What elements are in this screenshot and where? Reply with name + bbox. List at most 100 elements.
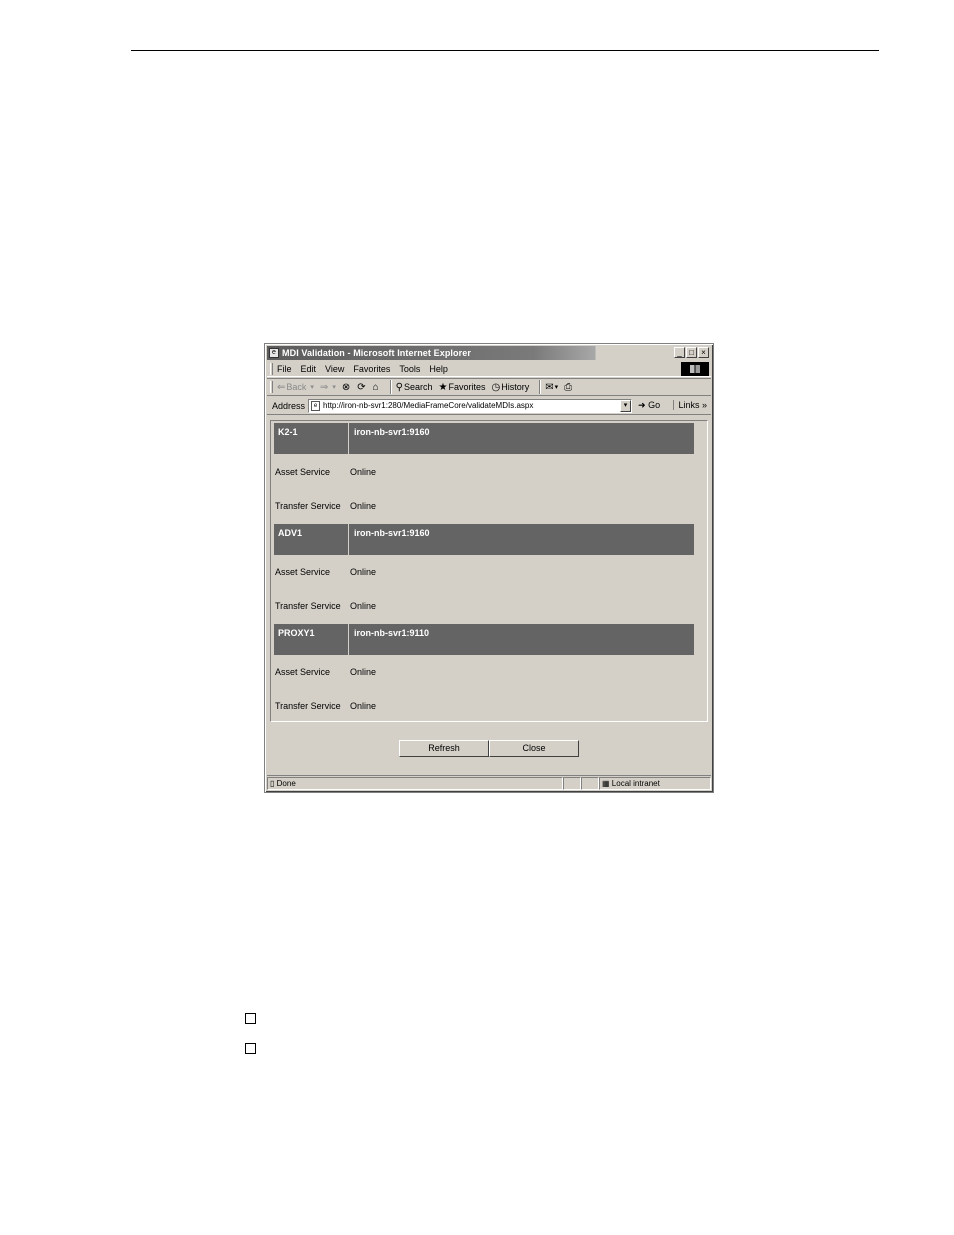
row-label: Transfer Service: [275, 701, 341, 711]
links-label: Links: [678, 400, 700, 410]
address-dropdown-button[interactable]: ▾: [620, 399, 632, 412]
menu-favorites[interactable]: Favorites: [353, 364, 390, 374]
service-name: ADV1: [278, 528, 303, 538]
status-text-pane: ▯ Done: [267, 776, 563, 790]
stop-icon: ⊗: [341, 381, 351, 393]
forward-button[interactable]: ⇒ ▾: [320, 382, 336, 393]
address-label: Address: [272, 400, 306, 411]
windows-logo: [681, 362, 709, 376]
service-host: iron-nb-svr1:9160: [354, 528, 430, 538]
row-status: Online: [350, 701, 377, 711]
bullet-checkbox: [245, 1043, 256, 1054]
print-button[interactable]: ⎙: [564, 382, 573, 393]
service-header-proxy1: PROXY1 iron-nb-svr1:9110: [274, 624, 694, 655]
menu-help[interactable]: Help: [429, 364, 448, 374]
go-arrow-icon: ➜: [638, 400, 646, 410]
status-bar: ▯ Done ▦ Local intranet: [267, 775, 711, 790]
status-pane-empty: [581, 776, 599, 790]
home-button[interactable]: ⌂: [373, 382, 380, 393]
status-page-icon: ▯: [270, 778, 275, 788]
print-icon: ⎙: [564, 381, 573, 393]
row-label: Transfer Service: [275, 601, 341, 611]
service-header-adv1: ADV1 iron-nb-svr1:9160: [274, 524, 694, 555]
row-status: Online: [350, 601, 377, 611]
menu-tools[interactable]: Tools: [399, 364, 420, 374]
search-button[interactable]: ⚲ Search: [396, 382, 433, 393]
stop-button[interactable]: ⊗: [342, 382, 351, 393]
row-status: Online: [350, 501, 377, 511]
history-label: History: [501, 382, 530, 392]
home-icon: ⌂: [372, 381, 379, 393]
standard-toolbar: ⇐ Back ▾ ⇒ ▾ ⊗ ⟳ ⌂ ⚲ Search ★ Favorites …: [267, 378, 711, 396]
minimize-button[interactable]: _: [674, 347, 685, 358]
address-url: http://iron-nb-svr1:280/MediaFrameCore/v…: [323, 401, 534, 410]
favorites-icon: ★: [438, 381, 448, 393]
back-arrow-icon: ⇐: [277, 381, 286, 393]
address-input[interactable]: e http://iron-nb-svr1:280/MediaFrameCore…: [308, 398, 633, 413]
search-label: Search: [403, 382, 433, 392]
status-zone-pane: ▦ Local intranet: [599, 776, 711, 790]
menu-view[interactable]: View: [325, 364, 344, 374]
intranet-icon: ▦: [602, 778, 610, 788]
search-icon: ⚲: [395, 381, 403, 393]
bullet-checkbox: [245, 1013, 256, 1024]
toolbar-separator: [539, 380, 542, 394]
windows-flag-icon: [690, 365, 700, 373]
toolbar-grip[interactable]: [270, 381, 273, 393]
window-title: MDI Validation - Microsoft Internet Expl…: [282, 348, 471, 358]
row-label: Asset Service: [275, 467, 331, 477]
row-status: Online: [350, 567, 377, 577]
row-status: Online: [350, 667, 377, 677]
menu-grip[interactable]: [270, 362, 273, 375]
menu-bar: File Edit View Favorites Tools Help: [267, 361, 711, 377]
toolbar-separator: [389, 380, 392, 394]
mail-icon: ✉: [545, 381, 554, 393]
mail-dropdown-icon: ▾: [554, 384, 559, 391]
back-button[interactable]: ⇐ Back ▾: [277, 382, 314, 393]
page-content: K2-1 iron-nb-svr1:9160 Asset Service Onl…: [270, 420, 708, 722]
menu-file[interactable]: File: [277, 364, 292, 374]
go-button[interactable]: ➜ Go: [638, 400, 660, 411]
service-host: iron-nb-svr1:9110: [354, 628, 430, 638]
back-label: Back: [286, 382, 307, 392]
row-label: Asset Service: [275, 567, 331, 577]
header-divider: [348, 624, 349, 655]
refresh-toolbar-button[interactable]: ⟳: [357, 382, 366, 393]
history-icon: ◷: [491, 381, 501, 393]
forward-dropdown-icon: ▾: [332, 384, 336, 391]
close-button[interactable]: Close: [489, 740, 579, 757]
title-bar[interactable]: e MDI Validation - Microsoft Internet Ex…: [267, 346, 711, 360]
forward-arrow-icon: ⇒: [319, 381, 329, 393]
page-top-rule: [131, 50, 879, 51]
status-zone: Local intranet: [611, 778, 660, 788]
service-name: PROXY1: [278, 628, 315, 638]
row-label: Transfer Service: [275, 501, 341, 511]
maximize-button[interactable]: □: [686, 347, 697, 358]
service-host: iron-nb-svr1:9160: [354, 427, 430, 437]
back-dropdown-icon: ▾: [310, 384, 314, 391]
favorites-button[interactable]: ★ Favorites: [439, 382, 486, 393]
history-button[interactable]: ◷ History: [492, 382, 530, 393]
row-label: Asset Service: [275, 667, 331, 677]
status-pane-empty: [563, 776, 581, 790]
row-status: Online: [350, 467, 377, 477]
service-name: K2-1: [278, 427, 298, 437]
service-header-k2-1: K2-1 iron-nb-svr1:9160: [274, 423, 694, 454]
menu-edit[interactable]: Edit: [301, 364, 317, 374]
refresh-button[interactable]: Refresh: [399, 740, 489, 757]
chevron-right-icon: »: [701, 400, 707, 410]
address-bar: Address e http://iron-nb-svr1:280/MediaF…: [267, 397, 711, 415]
mail-button[interactable]: ✉ ▾: [545, 382, 558, 393]
status-text: Done: [276, 778, 296, 788]
header-divider: [348, 524, 349, 555]
page-icon: e: [311, 400, 321, 411]
window-controls: _ □ ×: [674, 347, 709, 358]
ie-page-icon: e: [269, 348, 279, 358]
go-label: Go: [648, 400, 661, 410]
favorites-label: Favorites: [448, 382, 486, 392]
header-divider: [348, 423, 349, 454]
refresh-icon: ⟳: [357, 381, 366, 393]
close-window-button[interactable]: ×: [698, 347, 709, 358]
browser-window: e MDI Validation - Microsoft Internet Ex…: [264, 343, 714, 793]
links-button[interactable]: Links »: [673, 400, 707, 410]
